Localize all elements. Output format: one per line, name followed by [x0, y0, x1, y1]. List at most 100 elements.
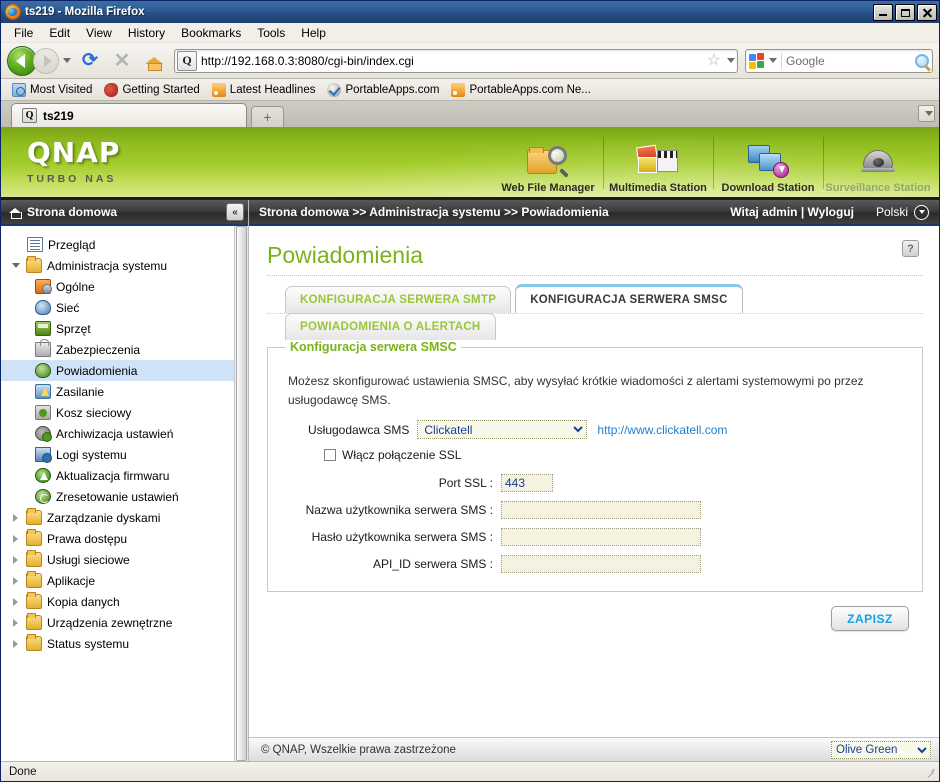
sidebar-item-aktualizacja-firmwaru[interactable]: Aktualizacja firmwaru — [1, 465, 234, 486]
sidebar-item-label: Usługi sieciowe — [47, 552, 130, 567]
url-dropdown-icon[interactable] — [727, 58, 735, 63]
tab-favicon-icon: Q — [22, 108, 37, 123]
twisty-down-icon[interactable] — [10, 263, 21, 268]
menu-item-help[interactable]: Help — [294, 24, 333, 42]
bookmark-getting-started[interactable]: Getting Started — [99, 82, 204, 98]
theme-select[interactable]: Olive Green — [831, 740, 931, 759]
sidebar-item-zabezpieczenia[interactable]: Zabezpieczenia — [1, 339, 234, 360]
sidebar-item-uslugi-sieciowe[interactable]: Usługi sieciowe — [1, 549, 234, 570]
bookmark-star-icon[interactable]: ☆ — [707, 52, 721, 69]
back-forward-group — [7, 45, 71, 76]
google-search-engine-icon[interactable] — [749, 52, 765, 69]
sidebar-scrollbar-thumb[interactable] — [236, 226, 247, 761]
resize-grip[interactable] — [923, 766, 935, 778]
twisty-right-icon[interactable] — [10, 534, 21, 543]
sidebar-item-status-systemu[interactable]: Status systemu — [1, 633, 234, 654]
bookmark-portableapps-news[interactable]: PortableApps.com Ne... — [446, 82, 595, 98]
sidebar-item-logi-systemu[interactable]: Logi systemu — [1, 444, 234, 465]
twisty-right-icon[interactable] — [10, 597, 21, 606]
menu-item-view[interactable]: View — [79, 24, 119, 42]
sidebar-header-title: Strona domowa — [27, 205, 118, 219]
sidebar-item-ogolne[interactable]: Ogólne — [1, 276, 234, 297]
sidebar-item-administracja-systemu[interactable]: Administracja systemu — [1, 255, 234, 276]
site-identity-icon[interactable]: Q — [177, 50, 197, 71]
help-button[interactable]: ? — [902, 240, 919, 257]
ssl-checkbox-row[interactable]: Włącz połączenie SSL — [324, 448, 904, 462]
home-button[interactable] — [141, 48, 167, 74]
sidebar-item-label: Kopia danych — [47, 594, 120, 609]
address-bar[interactable]: Q http://192.168.0.3:8080/cgi-bin/index.… — [174, 48, 738, 73]
twisty-right-icon[interactable] — [10, 576, 21, 585]
search-input[interactable]: Google — [786, 54, 915, 68]
reload-button[interactable]: ⟳ — [77, 48, 103, 74]
app-shortcut-download-station[interactable]: Download Station — [713, 129, 823, 197]
twisty-right-icon[interactable] — [10, 639, 21, 648]
sidebar-item-urzadzenia-zewnetrzne[interactable]: Urządzenia zewnętrzne — [1, 612, 234, 633]
language-selector[interactable]: Polski — [876, 204, 929, 220]
rss-feed-icon — [451, 82, 466, 97]
sidebar-item-kosz-sieciowy[interactable]: Kosz sieciowy — [1, 402, 234, 423]
app-shortcut-label: Multimedia Station — [609, 182, 707, 194]
sms-username-input[interactable] — [501, 501, 701, 519]
forward-button[interactable] — [33, 47, 59, 74]
sidebar-item-zasilanie[interactable]: Zasilanie — [1, 381, 234, 402]
list-all-tabs-button[interactable] — [918, 104, 935, 122]
enable-ssl-checkbox[interactable] — [324, 449, 336, 461]
sidebar-item-zresetowanie-ustawien[interactable]: Zresetowanie ustawień — [1, 486, 234, 507]
close-button[interactable] — [917, 3, 937, 21]
menu-item-edit[interactable]: Edit — [42, 24, 77, 42]
menu-item-tools[interactable]: Tools — [250, 24, 292, 42]
bookmark-label: Most Visited — [30, 83, 93, 96]
welcome-logout[interactable]: Witaj admin | Wyloguj — [730, 205, 854, 219]
sidebar-scrollbar[interactable] — [234, 226, 248, 761]
history-dropdown-icon[interactable] — [63, 58, 71, 63]
tab-alert-notifications[interactable]: POWIADOMIENIA O ALERTACH — [285, 313, 496, 340]
sidebar-item-sprzet[interactable]: Sprzęt — [1, 318, 234, 339]
sms-provider-select[interactable]: Clickatell — [417, 420, 588, 439]
sidebar-item-label: Zresetowanie ustawień — [56, 489, 179, 504]
reset-settings-icon — [35, 489, 51, 504]
search-bar[interactable]: Google — [745, 48, 933, 73]
sidebar-item-archiwizacja-ustawien[interactable]: Archiwizacja ustawień — [1, 423, 234, 444]
browser-tab-ts219[interactable]: Q ts219 — [11, 103, 247, 127]
sidebar-collapse-button[interactable]: « — [226, 203, 244, 221]
url-input[interactable]: http://192.168.0.3:8080/cgi-bin/index.cg… — [201, 54, 707, 68]
new-tab-button[interactable]: + — [251, 106, 284, 127]
sms-api-id-input[interactable] — [501, 555, 701, 573]
app-shortcut-multimedia-station[interactable]: Multimedia Station — [603, 129, 713, 197]
tab-smtp-server-config[interactable]: KONFIGURACJA SERWERA SMTP — [285, 286, 512, 313]
bookmark-most-visited[interactable]: Most Visited — [7, 82, 97, 98]
menu-item-bookmarks[interactable]: Bookmarks — [174, 24, 248, 42]
minimize-button[interactable] — [873, 3, 893, 21]
sidebar-item-prawa-dostepu[interactable]: Prawa dostępu — [1, 528, 234, 549]
stop-button[interactable]: ✕ — [109, 48, 135, 74]
sms-password-input[interactable] — [501, 528, 701, 546]
app-shortcut-surveillance-station[interactable]: Surveillance Station — [823, 129, 933, 197]
twisty-right-icon[interactable] — [10, 555, 21, 564]
ssl-port-input[interactable] — [501, 474, 553, 492]
sidebar-item-powiadomienia[interactable]: Powiadomienia — [1, 360, 234, 381]
sidebar-item-aplikacje[interactable]: Aplikacje — [1, 570, 234, 591]
sidebar-item-label: Archiwizacja ustawień — [56, 426, 174, 441]
hardware-icon — [35, 321, 51, 336]
sidebar-item-label: Powiadomienia — [56, 363, 138, 378]
sidebar-item-zarzadzanie-dyskami[interactable]: Zarządzanie dyskami — [1, 507, 234, 528]
menu-item-history[interactable]: History — [121, 24, 172, 42]
tab-smsc-server-config[interactable]: KONFIGURACJA SERWERA SMSC — [515, 284, 743, 313]
save-button[interactable]: ZAPISZ — [831, 606, 909, 631]
provider-website-link[interactable]: http://www.clickatell.com — [597, 423, 727, 437]
search-engine-dropdown-icon[interactable] — [769, 58, 777, 63]
twisty-right-icon[interactable] — [10, 513, 21, 522]
search-magnifier-icon[interactable] — [915, 53, 929, 68]
sidebar-item-siec[interactable]: Sieć — [1, 297, 234, 318]
bookmark-latest-headlines[interactable]: Latest Headlines — [207, 82, 321, 98]
menu-item-file[interactable]: File — [7, 24, 40, 42]
qnap-logo: QNAP — [27, 136, 121, 169]
bookmark-portableapps[interactable]: PortableApps.com — [322, 82, 444, 98]
sms-username-row: Nazwa użytkownika serwera SMS : — [286, 501, 904, 519]
sidebar-item-kopia-danych[interactable]: Kopia danych — [1, 591, 234, 612]
app-shortcut-web-file-manager[interactable]: Web File Manager — [493, 129, 603, 197]
maximize-button[interactable] — [895, 3, 915, 21]
sidebar-item-przeglad[interactable]: Przegląd — [1, 234, 234, 255]
twisty-right-icon[interactable] — [10, 618, 21, 627]
